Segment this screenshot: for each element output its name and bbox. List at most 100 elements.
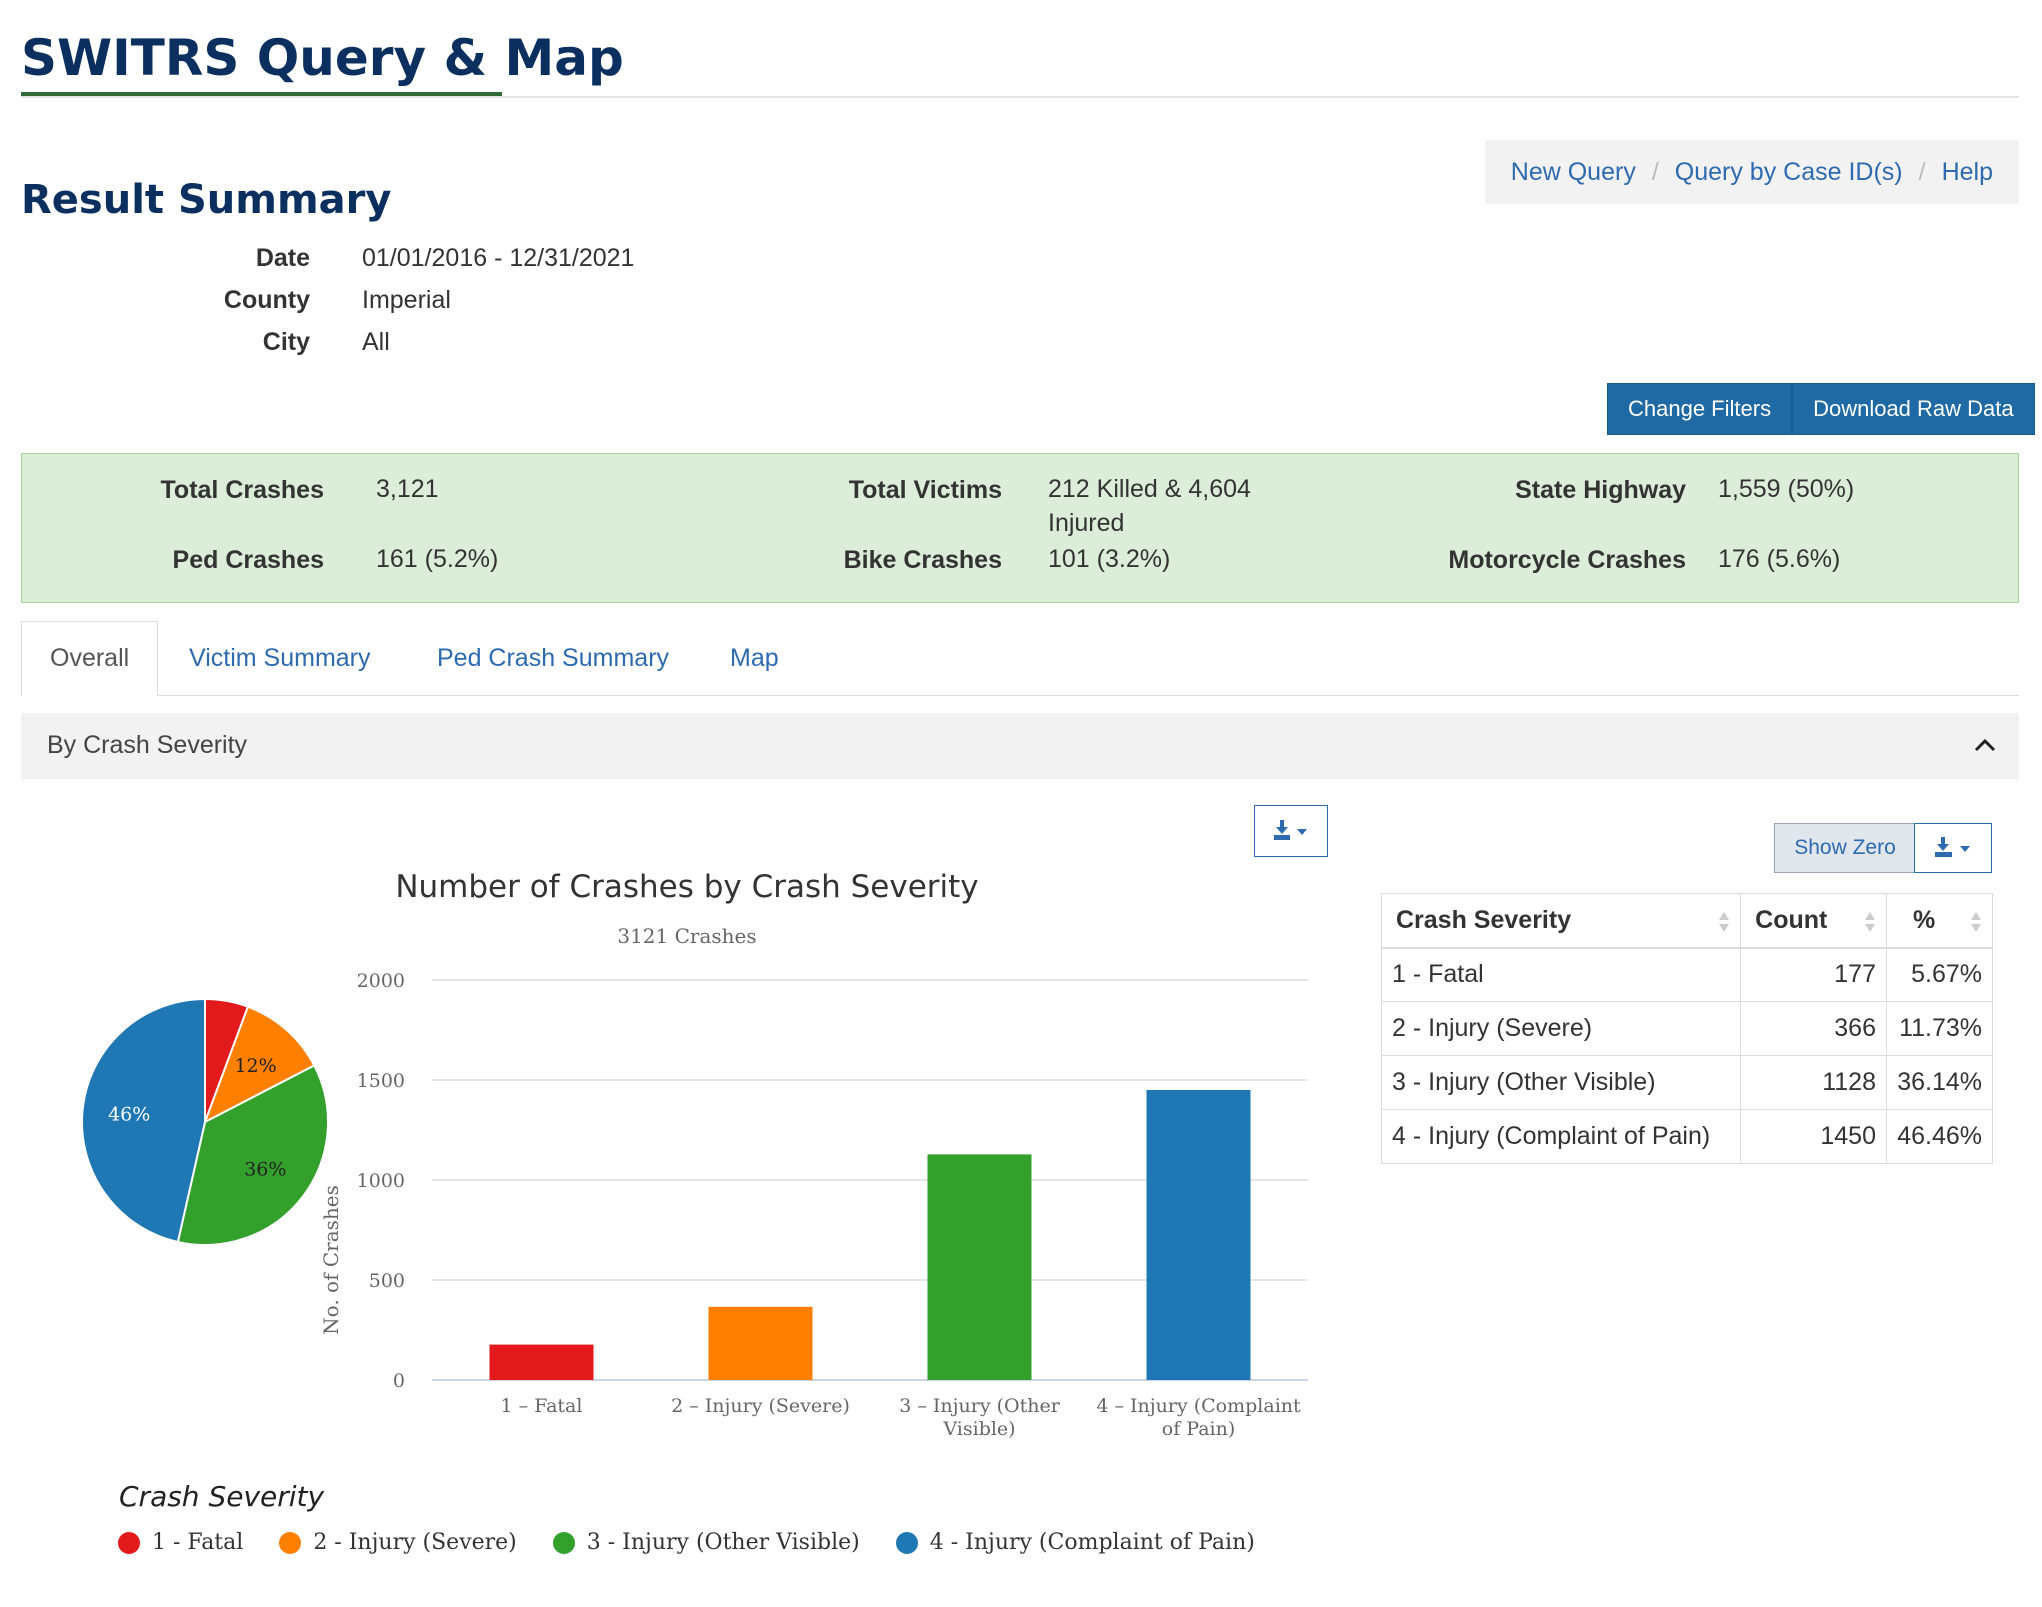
x-tick-label: 3 – Injury (Other bbox=[899, 1395, 1060, 1417]
header-divider bbox=[21, 96, 2019, 98]
count-cell: 366 bbox=[1740, 1001, 1887, 1056]
query-by-case-id-link[interactable]: Query by Case ID(s) bbox=[1675, 158, 1903, 187]
tab-ped-crash-summary[interactable]: Ped Crash Summary bbox=[409, 621, 697, 695]
x-axis-labels: 1 – Fatal 2 – Injury (Severe) 3 – Injury (… bbox=[501, 1395, 1301, 1440]
legend-label: 4 - Injury (Complaint of Pain) bbox=[929, 1530, 1255, 1555]
county-label: County bbox=[223, 286, 310, 314]
table-row: 2 - Injury (Severe) 366 11.73% bbox=[1380, 1001, 1994, 1056]
download-raw-data-button[interactable]: Download Raw Data bbox=[1792, 383, 2035, 435]
percent-cell: 36.14% bbox=[1885, 1055, 1994, 1110]
legend-dot bbox=[895, 1531, 918, 1554]
bike-crashes-value: 101 (3.2%) bbox=[1048, 545, 1171, 573]
percent-cell: 46.46% bbox=[1885, 1109, 1994, 1164]
pie-label: 12% bbox=[234, 1055, 276, 1077]
severity-cell: 2 - Injury (Severe) bbox=[1380, 1001, 1742, 1056]
pie-label: 46% bbox=[108, 1104, 150, 1126]
count-cell: 177 bbox=[1740, 947, 1887, 1002]
severity-cell: 4 - Injury (Complaint of Pain) bbox=[1380, 1109, 1742, 1164]
legend-item[interactable]: 1 - Fatal bbox=[118, 1530, 243, 1555]
pie-label: 36% bbox=[244, 1159, 286, 1181]
legend-title: Crash Severity bbox=[119, 1480, 325, 1513]
sort-icon bbox=[1971, 912, 1981, 932]
download-icon bbox=[1274, 820, 1307, 840]
x-tick-label: Visible) bbox=[942, 1418, 1015, 1440]
x-tick-label: 4 – Injury (Complaint bbox=[1096, 1395, 1301, 1417]
ped-crashes-label: Ped Crashes bbox=[172, 546, 324, 574]
new-query-link[interactable]: New Query bbox=[1511, 158, 1636, 187]
bars bbox=[489, 1090, 1251, 1380]
count-cell: 1450 bbox=[1740, 1109, 1887, 1164]
app-title: SWITRS Query & Map bbox=[21, 29, 624, 87]
legend-dot bbox=[118, 1531, 140, 1554]
table-row: 4 - Injury (Complaint of Pain) 1450 46.4… bbox=[1380, 1109, 1994, 1164]
y-tick-label: 1000 bbox=[357, 1170, 405, 1192]
total-victims-value: 212 Killed & 4,604 Injured bbox=[1048, 475, 1251, 537]
legend-dot bbox=[552, 1531, 575, 1554]
column-header-percent[interactable]: % bbox=[1885, 893, 1994, 949]
sort-icon bbox=[1719, 912, 1730, 932]
tab-victim-summary[interactable]: Victim Summary bbox=[161, 621, 399, 695]
x-tick-label: 2 – Injury (Severe) bbox=[671, 1395, 850, 1417]
y-tick-label: 2000 bbox=[357, 970, 405, 992]
tab-map[interactable]: Map bbox=[702, 621, 807, 695]
y-axis-ticks: 0 500 1000 1500 2000 bbox=[357, 970, 405, 1392]
legend-item[interactable]: 3 - Injury (Other Visible) bbox=[552, 1530, 860, 1555]
breadcrumb-nav: New Query / Query by Case ID(s) / Help bbox=[1485, 140, 2019, 204]
date-label: Date bbox=[255, 244, 310, 272]
city-value: All bbox=[362, 328, 390, 356]
motorcycle-crashes-value: 176 (5.6%) bbox=[1718, 545, 1841, 573]
table-export-button[interactable] bbox=[1914, 823, 1992, 873]
tab-bar: Overall Victim Summary Ped Crash Summary… bbox=[21, 621, 2019, 696]
legend-item[interactable]: 2 - Injury (Severe) bbox=[279, 1530, 517, 1555]
chart-title: Number of Crashes by Crash Severity bbox=[395, 869, 978, 905]
bar bbox=[1146, 1090, 1251, 1380]
legend-item[interactable]: 4 - Injury (Complaint of Pain) bbox=[895, 1530, 1255, 1555]
y-axis-label: No. of Crashes bbox=[319, 1185, 343, 1335]
date-value: 01/01/2016 - 12/31/2021 bbox=[362, 244, 635, 272]
county-value: Imperial bbox=[362, 286, 451, 314]
crash-severity-chart: 0 500 1000 1500 2000 1 – Fatal 2 – Injury (Se… bbox=[81, 869, 1308, 1440]
change-filters-button[interactable]: Change Filters bbox=[1607, 383, 1793, 435]
panel-title: By Crash Severity bbox=[47, 731, 248, 759]
y-tick-label: 500 bbox=[369, 1270, 405, 1292]
pie-chart: 12% 36% 46% bbox=[81, 997, 329, 1246]
y-tick-label: 0 bbox=[393, 1370, 405, 1392]
table-row: 1 - Fatal 177 5.67% bbox=[1380, 947, 1994, 1002]
bar bbox=[708, 1306, 813, 1380]
state-highway-label: State Highway bbox=[1515, 476, 1686, 504]
result-summary-title: Result Summary bbox=[21, 177, 392, 223]
legend-dot bbox=[279, 1531, 302, 1554]
help-link[interactable]: Help bbox=[1942, 158, 1993, 187]
count-cell: 1128 bbox=[1740, 1055, 1887, 1110]
action-button-group: Change Filters Download Raw Data bbox=[1607, 383, 2035, 435]
show-zero-button[interactable]: Show Zero bbox=[1774, 823, 1916, 873]
severity-cell: 3 - Injury (Other Visible) bbox=[1380, 1055, 1742, 1110]
city-label: City bbox=[262, 328, 310, 356]
tab-overall[interactable]: Overall bbox=[21, 621, 158, 696]
legend-label: 3 - Injury (Other Visible) bbox=[586, 1530, 860, 1555]
panel-header[interactable]: By Crash Severity bbox=[21, 713, 2019, 779]
legend-label: 2 - Injury (Severe) bbox=[313, 1530, 517, 1555]
column-header-crash-severity[interactable]: Crash Severity bbox=[1380, 893, 1742, 949]
chevron-up-icon[interactable] bbox=[1973, 733, 1997, 757]
motorcycle-crashes-label: Motorcycle Crashes bbox=[1448, 546, 1686, 574]
nav-separator: / bbox=[1918, 157, 1926, 186]
download-icon bbox=[1935, 837, 1970, 857]
ped-crashes-value: 161 (5.2%) bbox=[376, 545, 499, 573]
table-header-row: Crash Severity Count % bbox=[1380, 893, 1994, 949]
column-header-label: Crash Severity bbox=[1396, 905, 1572, 934]
state-highway-value: 1,559 (50%) bbox=[1718, 475, 1855, 503]
x-tick-label: 1 – Fatal bbox=[501, 1395, 583, 1417]
sort-icon bbox=[1864, 912, 1875, 932]
column-header-label: % bbox=[1912, 905, 1936, 934]
nav-separator: / bbox=[1651, 157, 1659, 186]
y-tick-label: 1500 bbox=[357, 1070, 405, 1092]
bar bbox=[489, 1344, 594, 1380]
summary-stats-box: Total Crashes 3,121 Ped Crashes 161 (5.2… bbox=[21, 453, 2019, 603]
chart-legend: 1 - Fatal 2 - Injury (Severe) 3 - Injury… bbox=[118, 1530, 1291, 1555]
column-header-count[interactable]: Count bbox=[1740, 893, 1887, 949]
legend-label: 1 - Fatal bbox=[152, 1530, 244, 1555]
severity-table: Crash Severity Count % 1 - Fatal 177 5.6… bbox=[1380, 893, 1994, 1164]
table-row: 3 - Injury (Other Visible) 1128 36.14% bbox=[1380, 1055, 1994, 1110]
total-victims-label: Total Victims bbox=[848, 476, 1002, 504]
